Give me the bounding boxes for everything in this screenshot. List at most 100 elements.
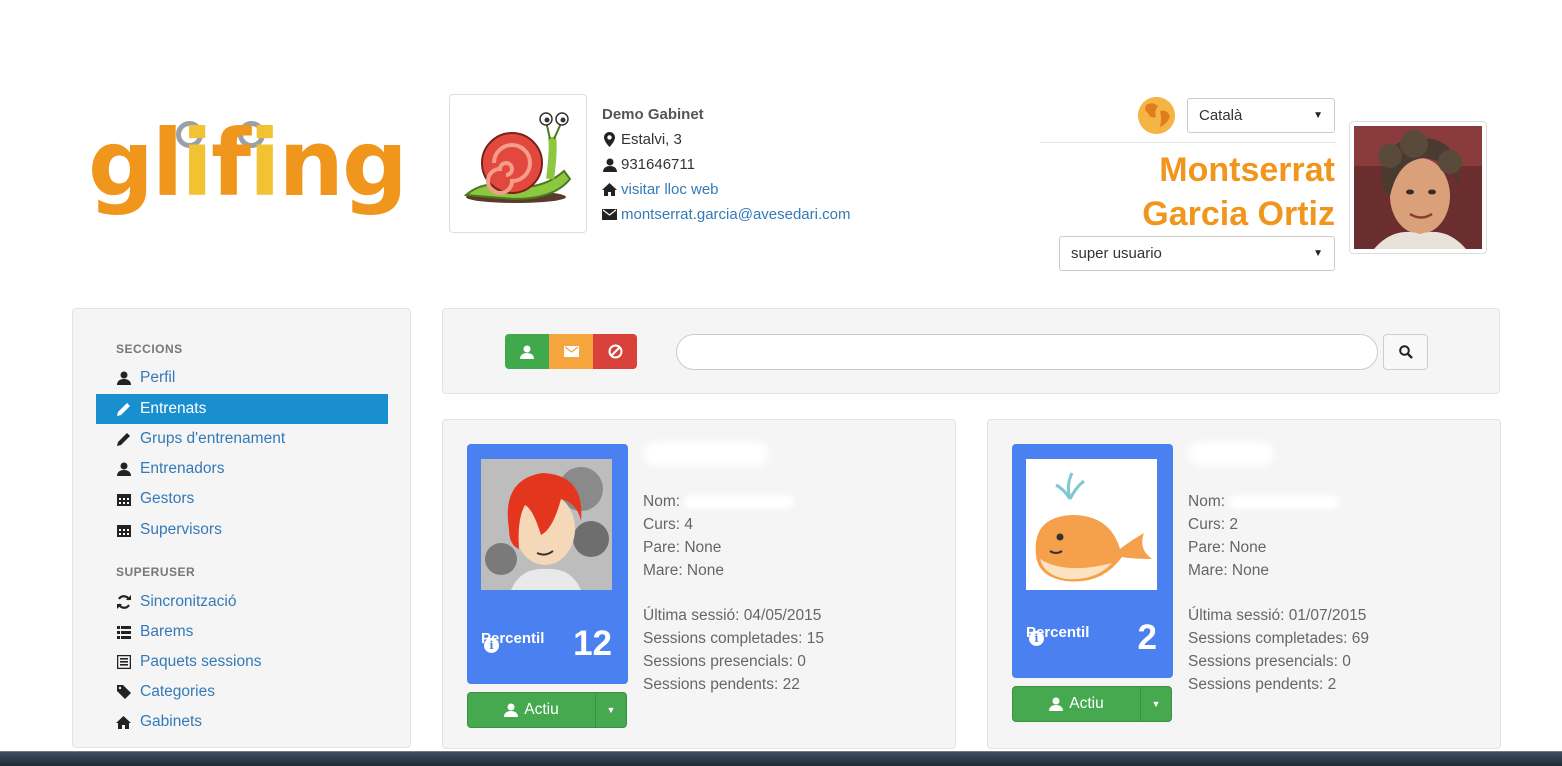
list-icon xyxy=(116,625,131,640)
whale-image xyxy=(1026,459,1157,590)
search-button[interactable] xyxy=(1383,334,1428,370)
sidebar-item-label: Entrenadors xyxy=(140,460,225,477)
info-ultima-sessio: Última sessió: 04/05/2015 xyxy=(643,607,822,624)
info-mare: Mare: None xyxy=(1188,562,1269,579)
info-sessions-presencials: Sessions presencials: 0 xyxy=(643,653,806,670)
info-curs: Curs: 2 xyxy=(1188,516,1238,533)
trainee-info: Nom: Curs: 4 Pare: None Mare: None Últim… xyxy=(643,490,824,696)
sidebar-item-grups[interactable]: Grups d'entrenament xyxy=(96,424,388,454)
center-phone: 931646711 xyxy=(621,156,695,173)
sidebar-item-label: Sincronització xyxy=(140,593,237,610)
info-icon[interactable]: i xyxy=(1029,631,1044,646)
header-divider xyxy=(1040,142,1336,143)
snail-icon xyxy=(463,112,572,203)
filter-email-button[interactable] xyxy=(549,334,593,369)
info-nom: Nom: xyxy=(1188,493,1226,510)
user-last-name: Garcia Ortiz xyxy=(1142,195,1335,233)
info-ultima-sessio: Última sessió: 01/07/2015 xyxy=(1188,607,1367,624)
nom-blurred xyxy=(1229,494,1340,509)
caret-down-icon: ▼ xyxy=(1313,248,1323,259)
info-sessions-completades: Sessions completades: 15 xyxy=(643,630,824,647)
user-first-name: Montserrat xyxy=(1159,151,1335,189)
info-sessions-pendents: Sessions pendents: 2 xyxy=(1188,676,1337,693)
filter-toolbar xyxy=(442,308,1500,394)
language-value: Català xyxy=(1199,107,1243,124)
calendar-icon xyxy=(116,492,131,507)
center-info: Demo Gabinet Estalvi, 3 931646711 visita… xyxy=(602,102,850,227)
home-icon xyxy=(116,715,131,730)
center-logo-image xyxy=(449,94,587,233)
user-icon xyxy=(1049,697,1064,711)
user-icon xyxy=(504,703,519,717)
trainee-avatar[interactable] xyxy=(1026,459,1157,590)
filter-active-button[interactable] xyxy=(505,334,549,369)
percentile-value: 2 xyxy=(1137,618,1157,657)
user-icon xyxy=(602,157,617,172)
trainee-avatar[interactable] xyxy=(481,459,612,590)
sidebar-header-superuser: SUPERUSER xyxy=(116,565,196,579)
trainee-card: Percentil i 12 Actiu ▼ Nom: Curs: 4 Pare… xyxy=(442,419,956,749)
sidebar-item-categories[interactable]: Categories xyxy=(96,677,388,707)
percentile-value: 12 xyxy=(573,624,612,663)
envelope-icon xyxy=(602,207,617,222)
user-avatar[interactable] xyxy=(1349,121,1487,254)
filter-button-group xyxy=(505,334,637,369)
sidebar-item-barems[interactable]: Barems xyxy=(96,617,388,647)
avatar-image xyxy=(481,459,612,590)
list-alt-icon xyxy=(116,655,131,670)
info-pare: Pare: None xyxy=(1188,539,1267,556)
center-website-row: visitar lloc web xyxy=(602,177,850,202)
info-sessions-completades: Sessions completades: 69 xyxy=(1188,630,1369,647)
status-label: Actiu xyxy=(1069,695,1104,712)
center-address: Estalvi, 3 xyxy=(621,131,682,148)
email-link[interactable]: montserrat.garcia@avesedari.com xyxy=(621,202,850,227)
caret-down-icon[interactable]: ▼ xyxy=(596,693,626,727)
sidebar-item-label: Gestors xyxy=(140,490,195,507)
website-link[interactable]: visitar lloc web xyxy=(621,177,719,202)
center-phone-row: 931646711 xyxy=(602,152,850,177)
status-dropdown-button[interactable]: Actiu ▼ xyxy=(467,692,627,728)
sidebar-item-entrenadors[interactable]: Entrenadors xyxy=(96,454,388,484)
sidebar-item-label: Perfil xyxy=(140,369,176,386)
language-select[interactable]: Català ▼ xyxy=(1187,98,1335,133)
sidebar-item-sincronitzacio[interactable]: Sincronització xyxy=(96,587,388,617)
role-value: super usuario xyxy=(1071,245,1162,262)
home-icon xyxy=(602,182,617,197)
info-icon[interactable]: i xyxy=(484,638,499,653)
caret-down-icon[interactable]: ▼ xyxy=(1141,687,1171,721)
user-name: Montserrat Garcia Ortiz xyxy=(1142,148,1335,236)
sidebar-item-paquets[interactable]: Paquets sessions xyxy=(96,647,388,677)
search-input[interactable] xyxy=(676,334,1378,370)
nom-blurred xyxy=(684,494,795,509)
sidebar-item-entrenats[interactable]: Entrenats xyxy=(96,394,388,424)
sidebar-item-perfil[interactable]: Perfil xyxy=(96,363,388,393)
status-main-button[interactable]: Actiu xyxy=(1013,687,1141,721)
envelope-icon xyxy=(563,346,579,357)
sidebar-item-label: Gabinets xyxy=(140,713,203,730)
status-main-button[interactable]: Actiu xyxy=(468,693,596,727)
sidebar: SECCIONS Perfil Entrenats Grups d'entren… xyxy=(72,308,411,748)
status-label: Actiu xyxy=(524,701,559,718)
sidebar-item-gestors[interactable]: Gestors xyxy=(96,484,388,514)
brand-logo[interactable]: glifing xyxy=(88,118,408,238)
pencil-icon xyxy=(116,402,131,417)
info-nom-row: Nom: xyxy=(643,490,824,513)
sidebar-item-supervisors[interactable]: Supervisors xyxy=(96,515,388,545)
sidebar-item-gabinets[interactable]: Gabinets xyxy=(96,707,388,737)
search-icon xyxy=(1398,345,1413,359)
caret-down-icon: ▼ xyxy=(1313,110,1323,121)
sidebar-header-sections: SECCIONS xyxy=(116,342,183,356)
filter-inactive-button[interactable] xyxy=(593,334,637,369)
info-sessions-presencials: Sessions presencials: 0 xyxy=(1188,653,1351,670)
info-mare: Mare: None xyxy=(643,562,724,579)
center-email-row: montserrat.garcia@avesedari.com xyxy=(602,202,850,227)
user-icon xyxy=(520,345,534,359)
status-dropdown-button[interactable]: Actiu ▼ xyxy=(1012,686,1172,722)
logo-text: glifing xyxy=(88,110,408,217)
user-icon xyxy=(116,371,131,386)
avatar-image xyxy=(1354,126,1482,249)
map-marker-icon xyxy=(602,132,617,147)
globe-icon xyxy=(1138,97,1175,134)
trainee-name-blurred xyxy=(643,442,769,466)
role-select[interactable]: super usuario ▼ xyxy=(1059,236,1335,271)
